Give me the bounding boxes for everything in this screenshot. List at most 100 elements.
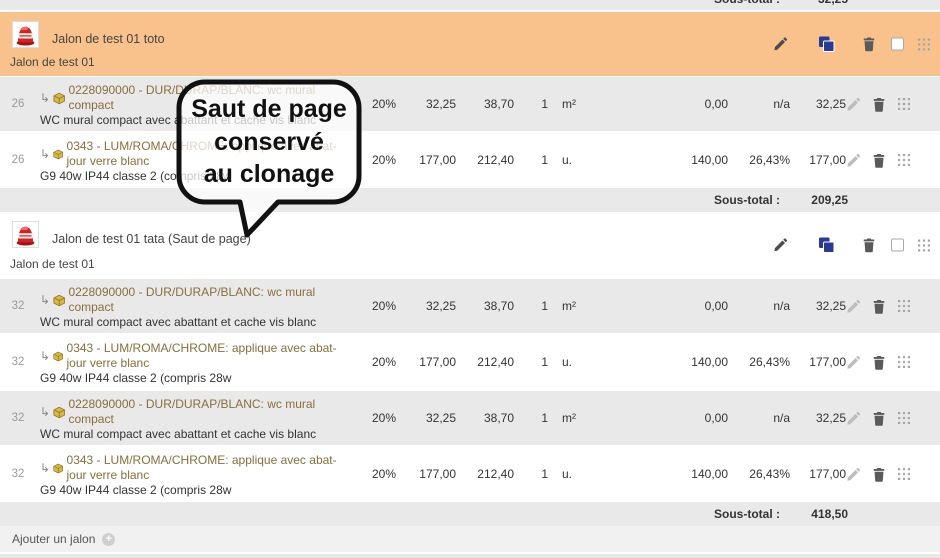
row-drag-handle[interactable] — [898, 98, 926, 110]
edit-row-button[interactable] — [846, 299, 872, 314]
sections-container: Jalon de test 01 toto Jalon de test 01 — [0, 12, 940, 526]
package-icon — [53, 350, 63, 363]
delete-jalon-button[interactable] — [861, 238, 876, 253]
package-icon — [53, 148, 63, 161]
row-number: 32 — [0, 468, 36, 480]
row-number: 26 — [0, 98, 36, 110]
unit-cell: u. — [548, 467, 608, 481]
delete-row-button[interactable] — [872, 355, 898, 370]
product-detail-text: WC mural compact avec abattant et cache … — [40, 113, 350, 127]
margin-cell: 26,43% — [728, 153, 790, 167]
trash-icon — [872, 355, 886, 370]
jalon-section: Jalon de test 01 tata (Saut de page) Jal… — [0, 212, 940, 526]
unit-cell: m² — [548, 97, 608, 111]
jalon-drag-handle[interactable] — [917, 239, 931, 251]
trash-icon — [862, 238, 876, 253]
product-code-link[interactable]: ↳ 0343 - LUM/ROMA/CHROME: applique avec … — [40, 341, 350, 371]
delete-row-button[interactable] — [872, 97, 898, 112]
clone-jalon-button[interactable] — [818, 36, 835, 53]
delete-row-button[interactable] — [872, 153, 898, 168]
edit-row-button[interactable] — [846, 97, 872, 112]
product-code-text: 0343 - LUM/ROMA/CHROME: applique avec ab… — [67, 453, 350, 483]
drag-grip-icon — [918, 38, 930, 50]
row-number: 32 — [0, 300, 36, 312]
product-code-link[interactable]: ↳ 0228090000 - DUR/DURAP/BLANC: wc mural… — [40, 397, 350, 427]
delete-row-button[interactable] — [872, 299, 898, 314]
cost-cell: 0,00 — [608, 411, 728, 425]
product-code-link[interactable]: ↳ 0343 - LUM/ROMA/CHROME: applique avec … — [40, 453, 350, 483]
jalon-beacon-icon — [12, 221, 39, 248]
subtotal-label: Sous-total : — [714, 507, 798, 521]
edit-jalon-button[interactable] — [772, 238, 788, 253]
product-row: 32 ↳ 0228090000 - DUR/DURAP/BLANC: wc mu… — [0, 390, 940, 446]
edit-jalon-button[interactable] — [772, 37, 788, 52]
jalon-checkbox[interactable] — [891, 239, 904, 252]
margin-cell: n/a — [728, 299, 790, 313]
unit-price-ttc-cell: 38,70 — [456, 299, 514, 313]
unit-price-ht-cell: 177,00 — [396, 355, 456, 369]
product-detail-text: G9 40w IP44 classe 2 (compris 28w — [40, 483, 350, 497]
drag-grip-icon — [898, 412, 910, 424]
unit-cell: m² — [548, 299, 608, 313]
jalon-subtitle: Jalon de test 01 — [10, 257, 95, 271]
clone-icon — [818, 36, 835, 53]
clone-jalon-button[interactable] — [818, 237, 835, 254]
product-code-link[interactable]: ↳ 0228090000 - DUR/DURAP/BLANC: wc mural… — [40, 285, 350, 315]
indent-arrow-icon: ↳ — [40, 405, 50, 420]
product-row: 32 ↳ 0228090000 - DUR/DURAP/BLANC: wc mu… — [0, 278, 940, 334]
jalon-actions — [772, 36, 931, 53]
quantity-cell: 1 — [514, 467, 548, 481]
unit-price-ht-cell: 177,00 — [396, 153, 456, 167]
row-drag-handle[interactable] — [898, 300, 926, 312]
subtotal-value: 209,25 — [798, 193, 848, 207]
vat-cell: 20% — [356, 411, 396, 425]
subtotal-row: Sous-total : 209,25 — [0, 188, 940, 212]
product-code-link[interactable]: ↳ 0343 - LUM/ROMA/CHROME: applique avec … — [40, 139, 350, 169]
bottom-divider — [0, 554, 940, 558]
row-drag-handle[interactable] — [898, 356, 926, 368]
margin-cell: 26,43% — [728, 467, 790, 481]
product-code-link[interactable]: ↳ 0228090000 - DUR/DURAP/BLANC: wc mural… — [40, 83, 350, 113]
delete-row-button[interactable] — [872, 467, 898, 482]
jalon-drag-handle[interactable] — [917, 38, 931, 50]
unit-price-ht-cell: 177,00 — [396, 467, 456, 481]
product-code-text: 0228090000 - DUR/DURAP/BLANC: wc mural c… — [68, 285, 350, 315]
edit-row-button[interactable] — [846, 411, 872, 426]
row-drag-handle[interactable] — [898, 412, 926, 424]
jalon-title: Jalon de test 01 toto — [52, 32, 165, 46]
edit-row-button[interactable] — [846, 153, 872, 168]
row-drag-handle[interactable] — [898, 154, 926, 166]
clone-icon — [818, 237, 835, 254]
edit-row-button[interactable] — [846, 355, 872, 370]
cost-cell: 140,00 — [608, 355, 728, 369]
delete-row-button[interactable] — [872, 411, 898, 426]
indent-arrow-icon: ↳ — [40, 293, 50, 308]
package-icon — [53, 92, 65, 105]
total-cell: 32,25 — [790, 411, 846, 425]
unit-cell: m² — [548, 411, 608, 425]
product-code-text: 0228090000 - DUR/DURAP/BLANC: wc mural c… — [68, 397, 350, 427]
row-drag-handle[interactable] — [898, 468, 926, 480]
delete-jalon-button[interactable] — [861, 37, 876, 52]
product-code-text: 0343 - LUM/ROMA/CHROME: applique avec ab… — [67, 139, 350, 169]
product-row: 26 ↳ 0343 - LUM/ROMA/CHROME: applique av… — [0, 132, 940, 188]
trash-icon — [872, 97, 886, 112]
total-cell: 32,25 — [790, 97, 846, 111]
cost-cell: 0,00 — [608, 299, 728, 313]
row-number: 32 — [0, 356, 36, 368]
quantity-cell: 1 — [514, 153, 548, 167]
edit-row-button[interactable] — [846, 467, 872, 482]
vat-cell: 20% — [356, 97, 396, 111]
jalon-checkbox[interactable] — [891, 38, 904, 51]
add-jalon-button[interactable]: Ajouter un jalon + — [0, 526, 940, 552]
jalon-actions — [772, 237, 931, 254]
product-detail-text: WC mural compact avec abattant et cache … — [40, 315, 350, 329]
total-cell: 177,00 — [790, 467, 846, 481]
jalon-section: Jalon de test 01 toto Jalon de test 01 — [0, 12, 940, 212]
trash-icon — [872, 411, 886, 426]
quantity-cell: 1 — [514, 97, 548, 111]
trash-icon — [862, 37, 876, 52]
unit-price-ttc-cell: 212,40 — [456, 467, 514, 481]
product-code-text: 0228090000 - DUR/DURAP/BLANC: wc mural c… — [68, 83, 350, 113]
product-detail-text: WC mural compact avec abattant et cache … — [40, 427, 350, 441]
